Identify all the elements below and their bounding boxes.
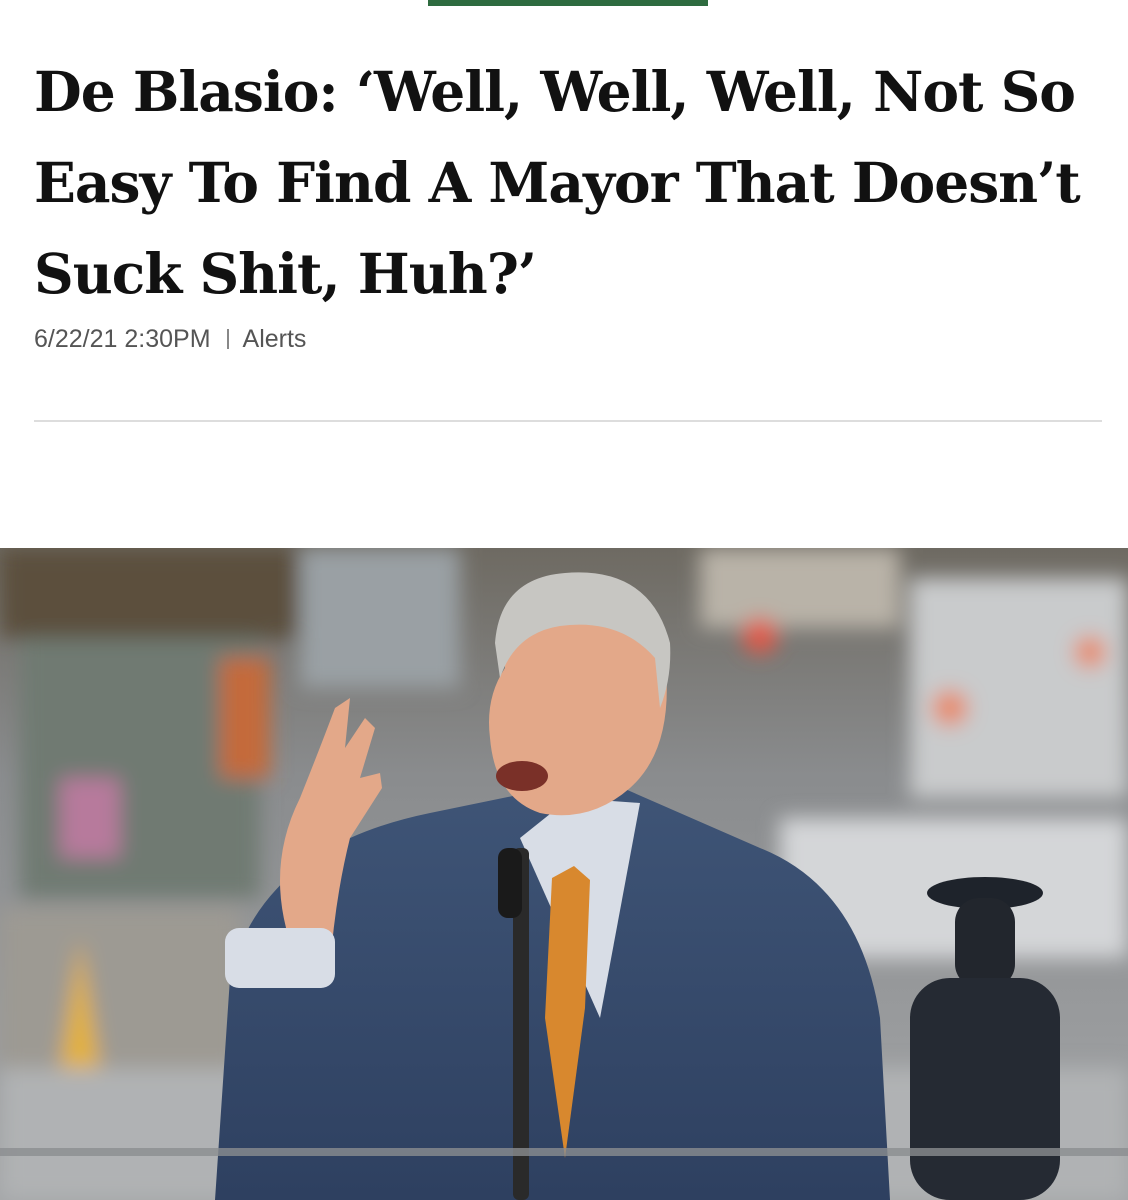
meta-separator (226, 329, 229, 349)
article-meta: 6/22/21 2:30PM Alerts (34, 322, 306, 356)
railing (0, 1148, 1128, 1156)
photo-image (0, 548, 1128, 1200)
article-photo (0, 548, 1128, 1200)
article-category-link[interactable]: Alerts (243, 325, 307, 354)
article-headline: De Blasio: ‘Well, Well, Well, Not So Eas… (34, 59, 1081, 306)
top-accent-bar (428, 0, 708, 6)
article-timestamp: 6/22/21 2:30PM (34, 324, 211, 353)
header-divider (34, 420, 1102, 422)
